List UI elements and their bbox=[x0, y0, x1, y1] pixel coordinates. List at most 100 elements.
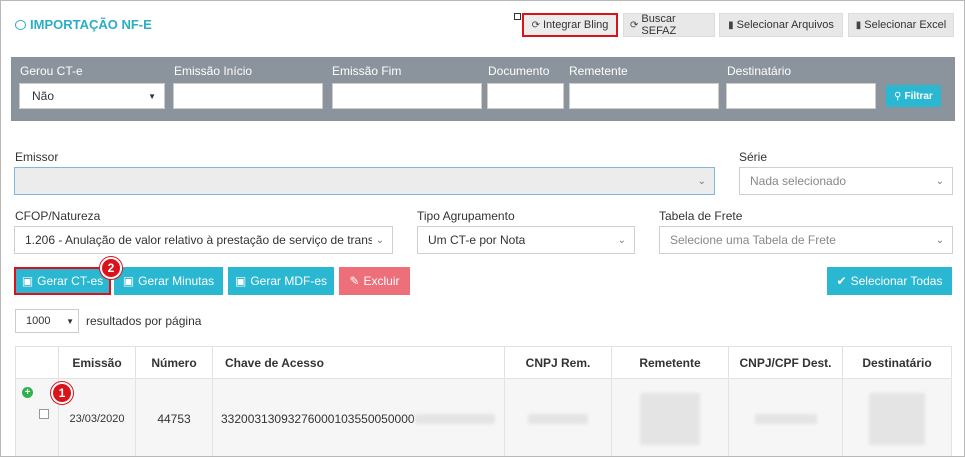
select-column-header bbox=[15, 346, 59, 379]
gerar-mdfes-label: Gerar MDF-es bbox=[250, 274, 327, 288]
file-icon: ▮ bbox=[855, 19, 862, 31]
destinatario-cell bbox=[842, 378, 952, 456]
selecionar-excel-label: Selecionar Excel bbox=[864, 19, 947, 31]
table-row[interactable]: 23/03/2020 44753 33200313093276000103550… bbox=[15, 378, 952, 456]
serie-label: Série bbox=[739, 150, 768, 164]
column-header[interactable]: Emissão bbox=[58, 346, 136, 379]
page-title: IMPORTAÇÃO NF-E bbox=[15, 17, 152, 32]
row-checkbox[interactable] bbox=[39, 409, 49, 419]
check-icon: ✔ bbox=[836, 274, 847, 288]
redacted-text bbox=[640, 392, 700, 445]
chevron-down-icon: ⌄ bbox=[617, 234, 626, 246]
file-icon: ▮ bbox=[728, 19, 734, 31]
selecionar-excel-button[interactable]: ▮ Selecionar Excel bbox=[848, 13, 954, 37]
column-header[interactable]: CNPJ Rem. bbox=[504, 346, 612, 379]
small-square-icon bbox=[514, 13, 521, 20]
cfop-value: 1.206 - Anulação de valor relativo à pre… bbox=[25, 233, 372, 247]
page-title-text: IMPORTAÇÃO NF-E bbox=[30, 17, 152, 32]
cfop-select[interactable]: 1.206 - Anulação de valor relativo à pre… bbox=[14, 226, 393, 254]
redacted-text bbox=[414, 414, 495, 425]
selecionar-todas-button[interactable]: ✔ Selecionar Todas bbox=[827, 267, 952, 295]
remetente-input[interactable] bbox=[569, 83, 719, 109]
column-header[interactable]: Número bbox=[135, 346, 213, 379]
redacted-text bbox=[754, 413, 817, 424]
caret-down-icon: ▼ bbox=[148, 91, 156, 101]
chevron-down-icon: ⌄ bbox=[375, 234, 384, 246]
chevron-down-icon: ⌄ bbox=[935, 175, 944, 187]
page-size-text: resultados por página bbox=[86, 314, 202, 328]
destinatario-label: Destinatário bbox=[727, 64, 792, 78]
numero-cell: 44753 bbox=[135, 378, 213, 456]
caret-down-icon: ▼ bbox=[66, 316, 74, 326]
destinatario-input[interactable] bbox=[726, 83, 876, 109]
remetente-cell bbox=[611, 378, 729, 456]
gerar-ctes-label: Gerar CT-es bbox=[37, 274, 104, 288]
tabela-frete-label: Tabela de Frete bbox=[659, 209, 743, 223]
emissao-fim-label: Emissão Fim bbox=[332, 64, 402, 78]
documento-input[interactable] bbox=[487, 83, 564, 109]
agrupamento-value: Um CT-e por Nota bbox=[428, 233, 526, 247]
column-header[interactable]: Chave de Acesso bbox=[212, 346, 505, 379]
column-header[interactable]: Remetente bbox=[611, 346, 729, 379]
excluir-label: Excluir bbox=[363, 274, 400, 288]
cfop-label: CFOP/Natureza bbox=[15, 209, 101, 223]
filter-bar: Gerou CT-e Não ▼ Emissão Início Emissão … bbox=[11, 57, 955, 121]
page-size-select[interactable]: 1000 ▼ bbox=[15, 309, 79, 333]
gerou-cte-value: Não bbox=[32, 89, 55, 103]
refresh-icon: ⟳ bbox=[531, 19, 540, 31]
eraser-icon: ✎ bbox=[349, 274, 360, 288]
selecionar-todas-label: Selecionar Todas bbox=[850, 274, 943, 288]
gerou-cte-select[interactable]: Não ▼ bbox=[19, 83, 165, 109]
buscar-sefaz-button[interactable]: ⟳ Buscar SEFAZ bbox=[623, 13, 715, 37]
save-icon: ▣ bbox=[234, 274, 247, 288]
serie-select[interactable]: Nada selecionado ⌄ bbox=[739, 167, 953, 195]
gerou-cte-label: Gerou CT-e bbox=[20, 64, 83, 78]
integrar-bling-button[interactable]: ⟳ Integrar Bling bbox=[522, 13, 618, 37]
tabela-frete-select[interactable]: Selecione uma Tabela de Frete ⌄ bbox=[659, 226, 953, 254]
save-icon: ▣ bbox=[122, 274, 135, 288]
app-frame: IMPORTAÇÃO NF-E ⟳ Integrar Bling ⟳ Busca… bbox=[0, 0, 965, 457]
emissao-inicio-input[interactable] bbox=[173, 83, 323, 109]
filtrar-label: Filtrar bbox=[904, 90, 933, 102]
nfe-table: Emissão Número Chave de Acesso CNPJ Rem.… bbox=[15, 346, 952, 456]
emissao-fim-input[interactable] bbox=[332, 83, 482, 109]
emissor-label: Emissor bbox=[15, 150, 59, 164]
tabela-frete-placeholder: Selecione uma Tabela de Frete bbox=[670, 233, 836, 247]
buscar-sefaz-label: Buscar SEFAZ bbox=[641, 13, 677, 37]
table-header-row: Emissão Número Chave de Acesso CNPJ Rem.… bbox=[15, 346, 952, 379]
agrupamento-label: Tipo Agrupamento bbox=[417, 209, 515, 223]
cnpj-dest-cell bbox=[728, 378, 843, 456]
gerar-mdfes-button[interactable]: ▣ Gerar MDF-es bbox=[228, 267, 334, 295]
integrar-bling-label: Integrar Bling bbox=[542, 19, 609, 31]
emissao-inicio-label: Emissão Início bbox=[174, 64, 253, 78]
excluir-button[interactable]: ✎ Excluir bbox=[339, 267, 410, 295]
filtrar-button[interactable]: ⚲ Filtrar bbox=[886, 85, 941, 107]
agrupamento-select[interactable]: Um CT-e por Nota ⌄ bbox=[417, 226, 635, 254]
chevron-down-icon: ⌄ bbox=[697, 175, 706, 187]
chave-cell: 33200313093276000103550050000 bbox=[212, 378, 505, 456]
serie-placeholder: Nada selecionado bbox=[750, 174, 847, 188]
step-badge-1: 1 bbox=[51, 382, 73, 404]
chevron-down-icon: ⌄ bbox=[935, 234, 944, 246]
step-badge-2: 2 bbox=[100, 257, 122, 279]
selecionar-arquivos-button[interactable]: ▮ Selecionar Arquivos bbox=[719, 13, 843, 37]
column-header[interactable]: CNPJ/CPF Dest. bbox=[728, 346, 843, 379]
remetente-label: Remetente bbox=[569, 64, 628, 78]
page-size-value: 1000 bbox=[26, 315, 51, 327]
column-header[interactable]: Destinatário bbox=[842, 346, 952, 379]
chat-bubble-icon bbox=[15, 19, 26, 30]
expand-row-icon[interactable]: + bbox=[22, 387, 33, 398]
refresh-icon: ⟳ bbox=[630, 19, 639, 31]
selecionar-arquivos-label: Selecionar Arquivos bbox=[736, 19, 834, 31]
gerar-minutas-button[interactable]: ▣ Gerar Minutas bbox=[114, 267, 223, 295]
redacted-text bbox=[528, 413, 588, 424]
cnpj-rem-cell bbox=[504, 378, 612, 456]
gerar-minutas-label: Gerar Minutas bbox=[138, 274, 215, 288]
chave-value: 33200313093276000103550050000 bbox=[221, 411, 415, 426]
emissor-select[interactable]: ⌄ bbox=[14, 167, 715, 195]
gerar-ctes-button[interactable]: ▣ Gerar CT-es bbox=[14, 267, 111, 295]
search-icon: ⚲ bbox=[894, 90, 902, 102]
redacted-text bbox=[869, 392, 925, 445]
documento-label: Documento bbox=[488, 64, 550, 78]
save-icon: ▣ bbox=[21, 274, 34, 288]
